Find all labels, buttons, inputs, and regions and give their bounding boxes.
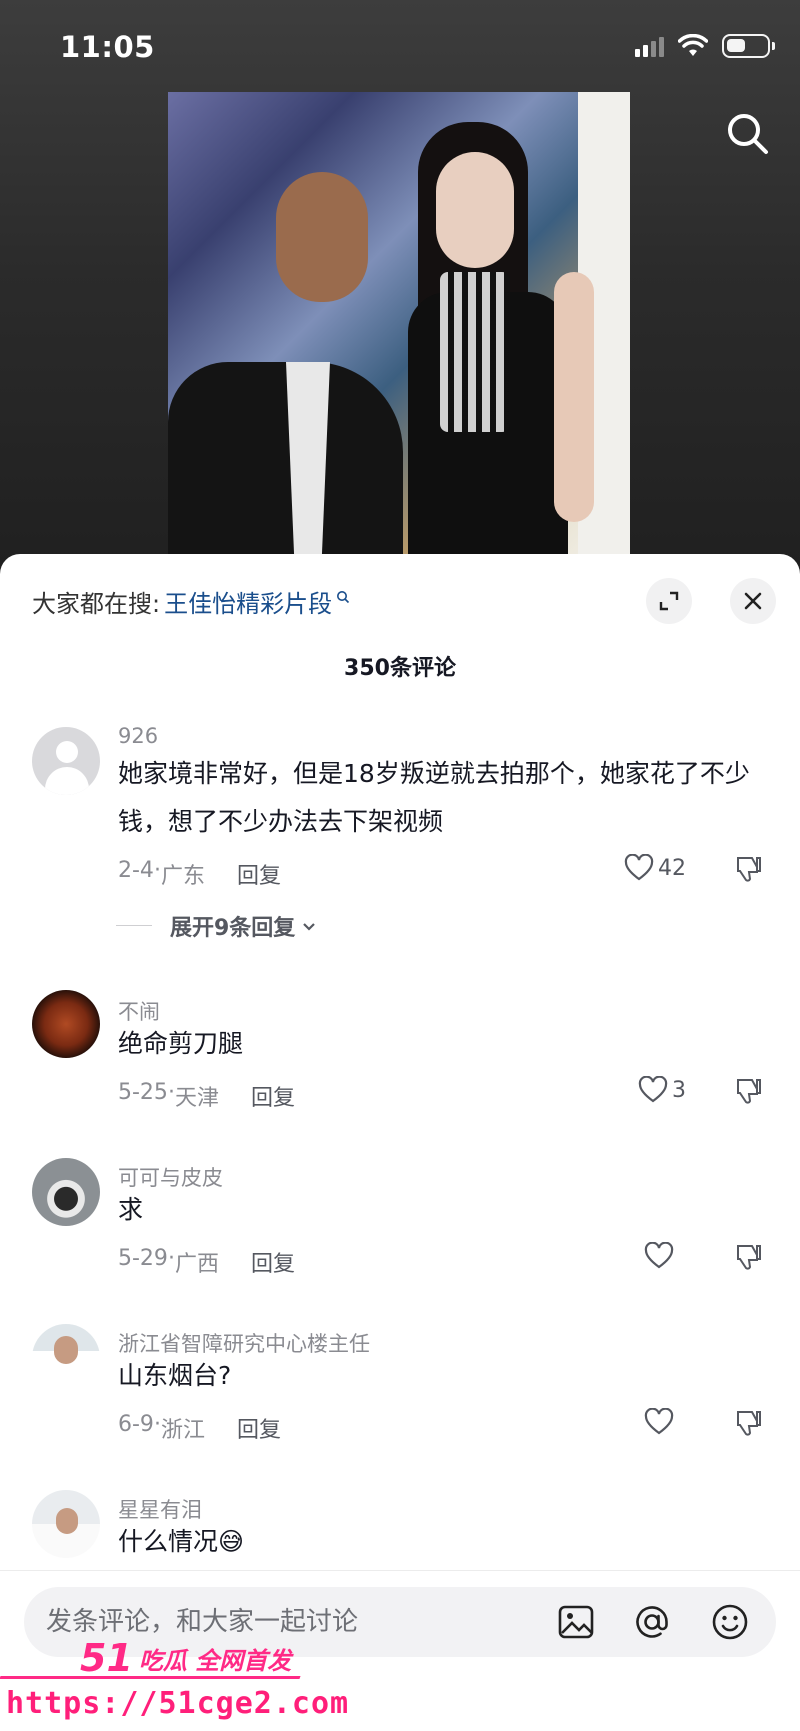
avatar[interactable] [32,727,100,795]
comment-text: 山东烟台? [118,1361,232,1390]
comment-location: 广东 [160,864,205,889]
expand-replies-button[interactable]: 展开9条回复 [116,910,319,942]
comment-location: 广西 [174,1252,219,1277]
mention-icon[interactable] [632,1602,672,1642]
dislike-button[interactable] [734,1076,764,1110]
status-time: 11:05 [60,30,155,64]
reply-button[interactable]: 回复 [251,1246,295,1278]
heart-icon [644,1408,674,1435]
battery-icon [722,34,775,58]
watermark-underline [0,1676,301,1679]
thumbs-down-icon [737,1411,761,1436]
like-button[interactable] [644,1408,674,1436]
comment-text: 绝命剪刀腿 [118,1029,244,1058]
comment-count: 350条评论 [344,656,456,681]
comment-date: 5-25 [118,1080,168,1105]
cellular-signal-icon [635,35,664,57]
comment-date: 2-4 [118,858,154,883]
comment-text: 求 [118,1195,144,1224]
comment-author[interactable]: 926 [118,724,158,748]
comment-sheet: 大家都在搜: 王佳怡精彩片段 350条评论 926 她家境非常好，但是18岁叛逆… [0,554,800,1731]
expand-sheet-button[interactable] [646,578,692,624]
like-count: 42 [658,855,686,881]
heart-icon [638,1076,668,1103]
thumbs-down-icon [737,857,761,882]
comment-location: 浙江 [160,1418,205,1443]
image-icon[interactable] [556,1602,596,1642]
comment-meta: 6-9 · 浙江 回复 [118,1412,281,1444]
like-button[interactable] [644,1242,674,1270]
comment-text: 她家境非常好，但是18岁叛逆就去拍那个，她家花了不少钱，想了不少办法去下架视频 [118,759,750,836]
hot-search-suggestion[interactable]: 大家都在搜: 王佳怡精彩片段 [32,584,350,619]
watermark-url: https://51cge2.com [6,1686,350,1721]
comment-date: 5-29 [118,1246,168,1271]
comment-location: 天津 [174,1086,219,1111]
avatar[interactable] [32,1324,100,1392]
close-sheet-button[interactable] [730,578,776,624]
comment-meta: 2-4 · 广东 回复 [118,858,281,890]
dislike-button[interactable] [734,1242,764,1276]
thumbs-down-icon [737,1245,761,1270]
wifi-icon [678,34,708,56]
like-button[interactable]: 42 [624,854,686,882]
expand-replies-label: 展开9条回复 [170,916,296,941]
comment-meta: 5-25 · 天津 回复 [118,1080,295,1112]
like-button[interactable]: 3 [638,1076,686,1104]
search-icon [728,114,768,154]
heart-icon [624,854,654,881]
dislike-button[interactable] [734,854,764,888]
status-bar: 11:05 [0,0,800,96]
status-icons [635,34,775,58]
heart-icon [644,1242,674,1269]
reply-button[interactable]: 回复 [251,1080,295,1112]
small-search-icon [337,590,350,603]
watermark-logo: 51 [80,1636,133,1680]
watermark-brand: 51 吃瓜 全网首发 [80,1636,291,1680]
comment-text: 什么情况😅 [118,1527,245,1556]
expand-icon [659,591,679,611]
emoji-icon[interactable] [710,1602,750,1642]
dislike-button[interactable] [734,1408,764,1442]
avatar[interactable] [32,990,100,1058]
hot-search-term[interactable]: 王佳怡精彩片段 [164,584,332,619]
reply-button[interactable]: 回复 [237,858,281,890]
comment-sheet-header: 大家都在搜: 王佳怡精彩片段 350条评论 [0,554,800,684]
avatar[interactable] [32,1490,100,1558]
search-button[interactable] [724,110,772,158]
avatar[interactable] [32,1158,100,1226]
chevron-down-icon [303,923,316,931]
reply-button[interactable]: 回复 [237,1412,281,1444]
comment-meta: 5-29 · 广西 回复 [118,1246,295,1278]
watermark-tagline: 吃瓜 全网首发 [138,1646,292,1675]
comment-date: 6-9 [118,1412,154,1437]
thumbs-down-icon [737,1079,761,1104]
watermark: 51 吃瓜 全网首发 https://51cge2.com [0,1636,348,1731]
close-icon [744,592,762,610]
video-frame-photo[interactable] [168,92,630,562]
hot-search-label: 大家都在搜: [32,590,161,618]
like-count: 3 [672,1077,686,1103]
